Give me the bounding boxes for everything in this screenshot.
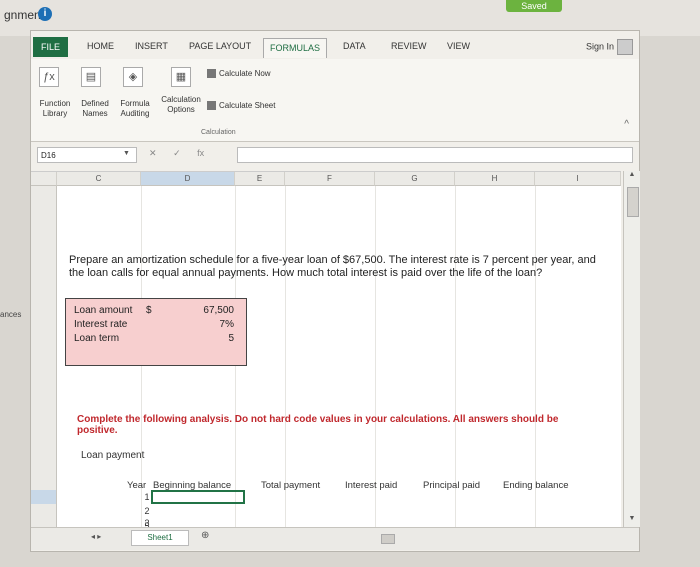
problem-statement: Prepare an amortization schedule for a f… (69, 254, 596, 279)
defined-names-icon[interactable]: ▤ (81, 67, 101, 87)
defined-names-button[interactable]: Defined Names (77, 99, 113, 119)
col-header-e[interactable]: E (235, 172, 285, 186)
header-total-payment: Total payment (261, 480, 321, 491)
col-header-d[interactable]: D (141, 172, 235, 186)
formula-bar: D16 ▼ ✕ ✓ fx (31, 145, 639, 167)
vertical-scrollbar[interactable]: ▲ ▼ (623, 171, 640, 527)
add-sheet-icon[interactable]: ⊕ (201, 530, 209, 541)
loan-term-label: Loan term (74, 333, 120, 344)
loan-amount-label: Loan amount (74, 305, 133, 316)
avatar (617, 39, 633, 55)
tab-view[interactable]: VIEW (447, 41, 470, 51)
ribbon-panel: ƒx ▤ ◈ ▦ Function Library Defined Names … (31, 59, 639, 142)
calculate-now-label: Calculate Now (219, 69, 271, 78)
calculate-now-button[interactable]: Calculate Now (207, 69, 271, 79)
formula-auditing-button[interactable]: Formula Auditing (115, 99, 155, 119)
ribbon-tabs: FILE HOME INSERT PAGE LAYOUT FORMULAS DA… (31, 37, 639, 59)
dollar-sign: $ (146, 305, 152, 316)
loan-amount-value[interactable]: 67,500 (203, 305, 234, 316)
col-header-g[interactable]: G (375, 172, 455, 186)
name-box[interactable]: D16 (37, 147, 137, 163)
enter-icon[interactable]: ✓ (173, 148, 181, 158)
calculate-sheet-button[interactable]: Calculate Sheet (207, 101, 275, 111)
scroll-down-icon[interactable]: ▼ (624, 515, 640, 527)
instruction-text: Complete the following analysis. Do not … (77, 414, 559, 436)
left-label-ances: ances (0, 310, 22, 319)
input-box: Loan amount $ 67,500 Interest rate 7% Lo… (65, 298, 247, 366)
scroll-up-icon[interactable]: ▲ (624, 171, 640, 183)
header-interest-paid: Interest paid (345, 480, 398, 491)
col-header-c[interactable]: C (57, 172, 141, 186)
formula-icons: ✕ ✓ fx (149, 148, 218, 159)
interest-rate-value[interactable]: 7% (220, 319, 234, 330)
sheet-nav-arrows-icon[interactable]: ◂ ▸ (91, 532, 101, 541)
scroll-thumb[interactable] (627, 187, 639, 217)
loan-term-value[interactable]: 5 (228, 333, 234, 344)
formula-input[interactable] (237, 147, 633, 163)
sheet-tab-bar: ◂ ▸ Sheet1 ⊕ (31, 527, 639, 550)
cancel-icon[interactable]: ✕ (149, 148, 157, 158)
header-principal-paid: Principal paid (423, 480, 481, 491)
calculation-group-label: Calculation (201, 129, 236, 136)
sign-in-link[interactable]: Sign In (586, 39, 633, 55)
row-headers[interactable] (31, 186, 57, 536)
excel-window: FILE HOME INSERT PAGE LAYOUT FORMULAS DA… (30, 30, 640, 552)
collapse-ribbon-icon[interactable]: ^ (624, 119, 629, 130)
col-header-i[interactable]: I (535, 172, 621, 186)
name-box-dropdown-icon[interactable]: ▼ (123, 150, 130, 157)
function-library-button[interactable]: Function Library (35, 99, 75, 119)
worksheet-grid: C D E F G H I Prepare an amortization sc… (31, 171, 621, 544)
horizontal-scroll-thumb[interactable] (381, 534, 395, 544)
col-header-h[interactable]: H (455, 172, 535, 186)
insert-function-icon[interactable]: ƒx (39, 67, 59, 87)
fx-icon[interactable]: fx (197, 148, 204, 158)
calculate-now-icon (207, 69, 216, 79)
tab-formulas[interactable]: FORMULAS (263, 38, 328, 58)
header-ending-balance: Ending balance (503, 480, 569, 491)
calculator-icon[interactable]: ▦ (171, 67, 191, 87)
year-2[interactable]: 2 (141, 506, 153, 516)
select-all-corner[interactable] (31, 172, 57, 186)
loan-payment-label: Loan payment (81, 450, 145, 461)
calculate-sheet-label: Calculate Sheet (219, 101, 276, 110)
formula-auditing-icon[interactable]: ◈ (123, 67, 143, 87)
tab-home[interactable]: HOME (87, 41, 114, 51)
calculate-sheet-icon (207, 101, 216, 111)
saved-badge: Saved (506, 0, 562, 12)
col-header-f[interactable]: F (285, 172, 375, 186)
tab-page-layout[interactable]: PAGE LAYOUT (189, 41, 251, 51)
tab-file[interactable]: FILE (33, 37, 69, 57)
tab-insert[interactable]: INSERT (135, 41, 168, 51)
tab-review[interactable]: REVIEW (391, 41, 427, 51)
sheet-tab-sheet1[interactable]: Sheet1 (131, 530, 189, 546)
info-icon[interactable]: i (38, 7, 52, 21)
active-cell-d16[interactable] (151, 490, 245, 504)
sign-in-label: Sign In (585, 41, 614, 52)
row-header-active[interactable] (31, 490, 57, 504)
header-year: Year (127, 480, 147, 491)
interest-rate-label: Interest rate (74, 319, 128, 330)
calculation-options-button[interactable]: Calculation Options (159, 95, 203, 115)
tab-data[interactable]: DATA (343, 41, 366, 51)
